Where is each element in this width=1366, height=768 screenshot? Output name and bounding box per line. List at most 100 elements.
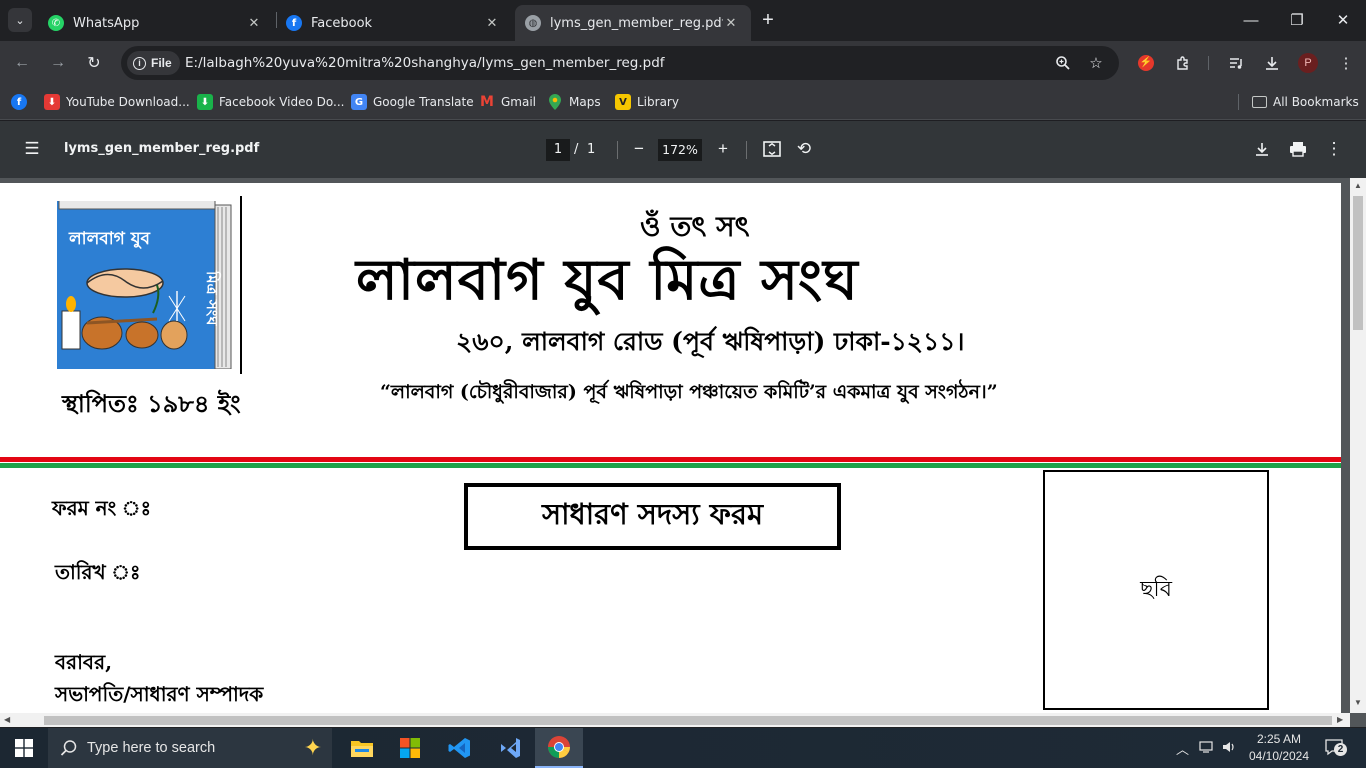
vertical-scroll-thumb[interactable] — [1353, 196, 1363, 330]
scroll-right-arrow-icon[interactable]: ▶ — [1337, 715, 1343, 724]
browser-menu-icon[interactable]: ⋮ — [1334, 51, 1358, 75]
forward-button[interactable]: → — [45, 50, 71, 76]
organization-logo: লালবাগ যুব মিত্র সংঘ — [57, 198, 233, 370]
chip-label: File — [151, 56, 172, 70]
start-button[interactable] — [0, 728, 48, 768]
profile-avatar[interactable]: P — [1296, 51, 1320, 75]
pdf-page: লালবাগ যুব মিত্র সংঘ স্থাপিতঃ ১৯৮৪ ইং ওঁ… — [0, 183, 1341, 714]
bookmark-youtube-download[interactable]: ⬇ YouTube Download... — [44, 92, 190, 112]
svg-text:মিত্র সংঘ: মিত্র সংঘ — [203, 270, 222, 326]
notification-count-badge: 2 — [1334, 743, 1347, 756]
bookmark-label: Facebook Video Do... — [219, 95, 345, 109]
scroll-down-arrow-icon[interactable]: ▼ — [1354, 698, 1362, 707]
close-icon[interactable]: ✕ — [723, 16, 739, 31]
horizontal-scroll-thumb[interactable] — [44, 716, 1332, 725]
bookmark-label: Google Translate — [373, 95, 474, 109]
all-bookmarks-button[interactable]: All Bookmarks — [1252, 92, 1359, 112]
date-label: তারিখ ঃ — [55, 560, 141, 584]
vscode-icon[interactable] — [436, 728, 484, 768]
pdf-download-icon[interactable] — [1250, 137, 1274, 161]
horizontal-scrollbar[interactable]: ◀ ▶ — [0, 713, 1350, 727]
bookmark-label: Gmail — [501, 95, 537, 109]
tab-facebook[interactable]: f Facebook ✕ — [276, 5, 512, 41]
library-icon: V — [615, 94, 631, 110]
red-divider-stripe — [0, 457, 1341, 462]
info-icon: i — [133, 56, 146, 70]
clock-time[interactable]: 2:25 AM — [1252, 732, 1306, 746]
url-text[interactable]: E:/lalbagh%20yuva%20mitra%20shanghya/lym… — [185, 55, 665, 71]
bookmark-facebook[interactable]: f — [11, 92, 27, 112]
gmail-icon: M — [480, 94, 494, 110]
media-queue-icon[interactable] — [1224, 51, 1248, 75]
form-number-label: ফরম নং ঃ — [52, 496, 152, 520]
site-info-chip[interactable]: i File — [127, 51, 180, 75]
pdf-file-name: lyms_gen_member_reg.pdf — [64, 141, 260, 156]
extension-red-icon[interactable]: ⚡ — [1134, 51, 1158, 75]
zoom-level-input[interactable]: 172% — [658, 139, 702, 161]
close-icon[interactable]: ✕ — [484, 16, 500, 31]
bookmarks-divider — [1238, 94, 1239, 110]
bookmark-label: YouTube Download... — [66, 95, 190, 109]
organization-name: লালবাগ যুব মিত্র সংঘ — [356, 247, 859, 313]
sparkle-icon: ✦ — [303, 735, 322, 760]
close-icon[interactable]: ✕ — [246, 16, 262, 31]
tab-search-button[interactable]: ⌄ — [8, 8, 32, 32]
bookmark-google-translate[interactable]: G Google Translate — [351, 92, 474, 112]
rotate-icon[interactable]: ⟲ — [792, 137, 816, 161]
restore-button[interactable]: ❐ — [1274, 0, 1320, 40]
chrome-icon[interactable] — [535, 728, 583, 768]
visual-studio-icon[interactable] — [486, 728, 534, 768]
extensions-puzzle-icon[interactable] — [1171, 51, 1195, 75]
download-green-icon: ⬇ — [197, 94, 213, 110]
network-icon[interactable] — [1199, 739, 1215, 758]
addressee-line-2: সভাপতি/সাধারণ সম্পাদক — [55, 682, 264, 706]
logo-divider — [240, 196, 242, 374]
bookmarks-bar: f ⬇ YouTube Download... ⬇ Facebook Video… — [0, 84, 1366, 120]
bookmark-star-icon[interactable]: ☆ — [1084, 51, 1108, 75]
minimize-button[interactable]: — — [1228, 0, 1274, 40]
volume-icon[interactable] — [1221, 739, 1237, 758]
page-separator: / — [574, 142, 579, 157]
scroll-left-arrow-icon[interactable]: ◀ — [4, 715, 10, 724]
tab-pdf-active[interactable]: ◍ lyms_gen_member_reg.pdf ✕ — [515, 5, 751, 41]
profile-initial: P — [1298, 53, 1318, 73]
print-icon[interactable] — [1286, 137, 1310, 161]
globe-icon: ◍ — [525, 15, 541, 31]
translate-icon: G — [351, 94, 367, 110]
file-explorer-icon[interactable] — [338, 728, 386, 768]
page-number-input[interactable]: 1 — [546, 139, 570, 161]
notification-center-button[interactable]: 2 — [1324, 737, 1347, 760]
zoom-in-icon[interactable]: + — [711, 137, 735, 161]
close-window-button[interactable]: ✕ — [1320, 0, 1366, 40]
bookmark-library[interactable]: V Library — [615, 92, 679, 112]
address-bar[interactable]: i File E:/lalbagh%20yuva%20mitra%20shang… — [121, 46, 1119, 80]
tab-whatsapp[interactable]: ✆ WhatsApp ✕ — [38, 5, 274, 41]
established-text: স্থাপিতঃ ১৯৮৪ ইং — [62, 389, 241, 418]
zoom-out-icon[interactable]: − — [627, 137, 651, 161]
hamburger-menu-icon[interactable]: ☰ — [20, 137, 44, 161]
back-button[interactable]: ← — [9, 50, 35, 76]
bookmark-label: Library — [637, 95, 679, 109]
fit-to-page-icon[interactable] — [760, 137, 784, 161]
show-hidden-icons-chevron-icon[interactable]: ︿ — [1176, 739, 1189, 758]
tab-strip: ⌄ ✆ WhatsApp ✕ f Facebook ✕ ◍ lyms_gen_m… — [0, 0, 1366, 41]
downloads-icon[interactable] — [1260, 51, 1284, 75]
pdf-more-icon[interactable]: ⋮ — [1322, 137, 1346, 161]
taskbar-search-box[interactable]: Type here to search ✦ — [48, 728, 332, 768]
microsoft-store-icon[interactable] — [386, 728, 434, 768]
bookmark-facebook-video[interactable]: ⬇ Facebook Video Do... — [197, 92, 344, 112]
form-title: সাধারণ সদস্য ফরম — [541, 497, 764, 531]
new-tab-button[interactable]: + — [758, 8, 778, 32]
vertical-scrollbar[interactable]: ▲ ▼ — [1350, 178, 1366, 713]
zoom-icon[interactable] — [1051, 51, 1075, 75]
bookmark-gmail[interactable]: M Gmail — [479, 92, 536, 112]
bookmark-maps[interactable]: Maps — [547, 92, 601, 112]
toolbar-divider — [1208, 56, 1209, 70]
folder-icon — [1252, 96, 1267, 108]
scroll-up-arrow-icon[interactable]: ▲ — [1354, 181, 1362, 190]
tab-title: lyms_gen_member_reg.pdf — [550, 15, 723, 31]
facebook-icon: f — [286, 15, 302, 31]
tab-title: Facebook — [311, 15, 373, 31]
reload-button[interactable]: ↻ — [81, 50, 107, 76]
clock-date[interactable]: 04/10/2024 — [1248, 749, 1310, 763]
